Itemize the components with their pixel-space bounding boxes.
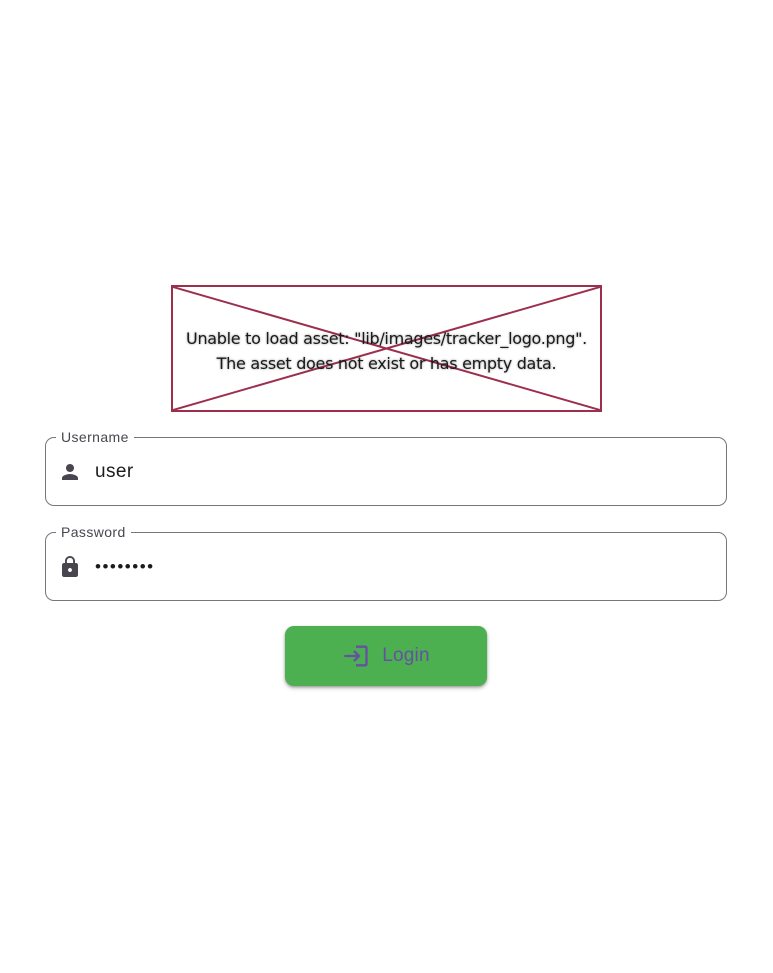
login-icon [342, 642, 370, 670]
username-input[interactable]: user [95, 459, 134, 485]
logo-image-error: Unable to load asset: "lib/images/tracke… [171, 285, 602, 412]
asset-error-message: Unable to load asset: "lib/images/tracke… [173, 326, 600, 376]
username-field[interactable]: Username user [45, 429, 727, 506]
password-label: Password [56, 524, 131, 540]
person-icon [58, 460, 82, 484]
lock-icon [58, 555, 82, 579]
username-label: Username [56, 429, 134, 445]
login-button-label: Login [382, 645, 430, 666]
password-input[interactable]: •••••••• [95, 554, 155, 580]
asset-error-line-1: Unable to load asset: "lib/images/tracke… [186, 329, 587, 348]
password-field[interactable]: Password •••••••• [45, 524, 727, 601]
asset-error-line-2: The asset does not exist or has empty da… [216, 354, 557, 373]
login-button[interactable]: Login [285, 626, 487, 686]
